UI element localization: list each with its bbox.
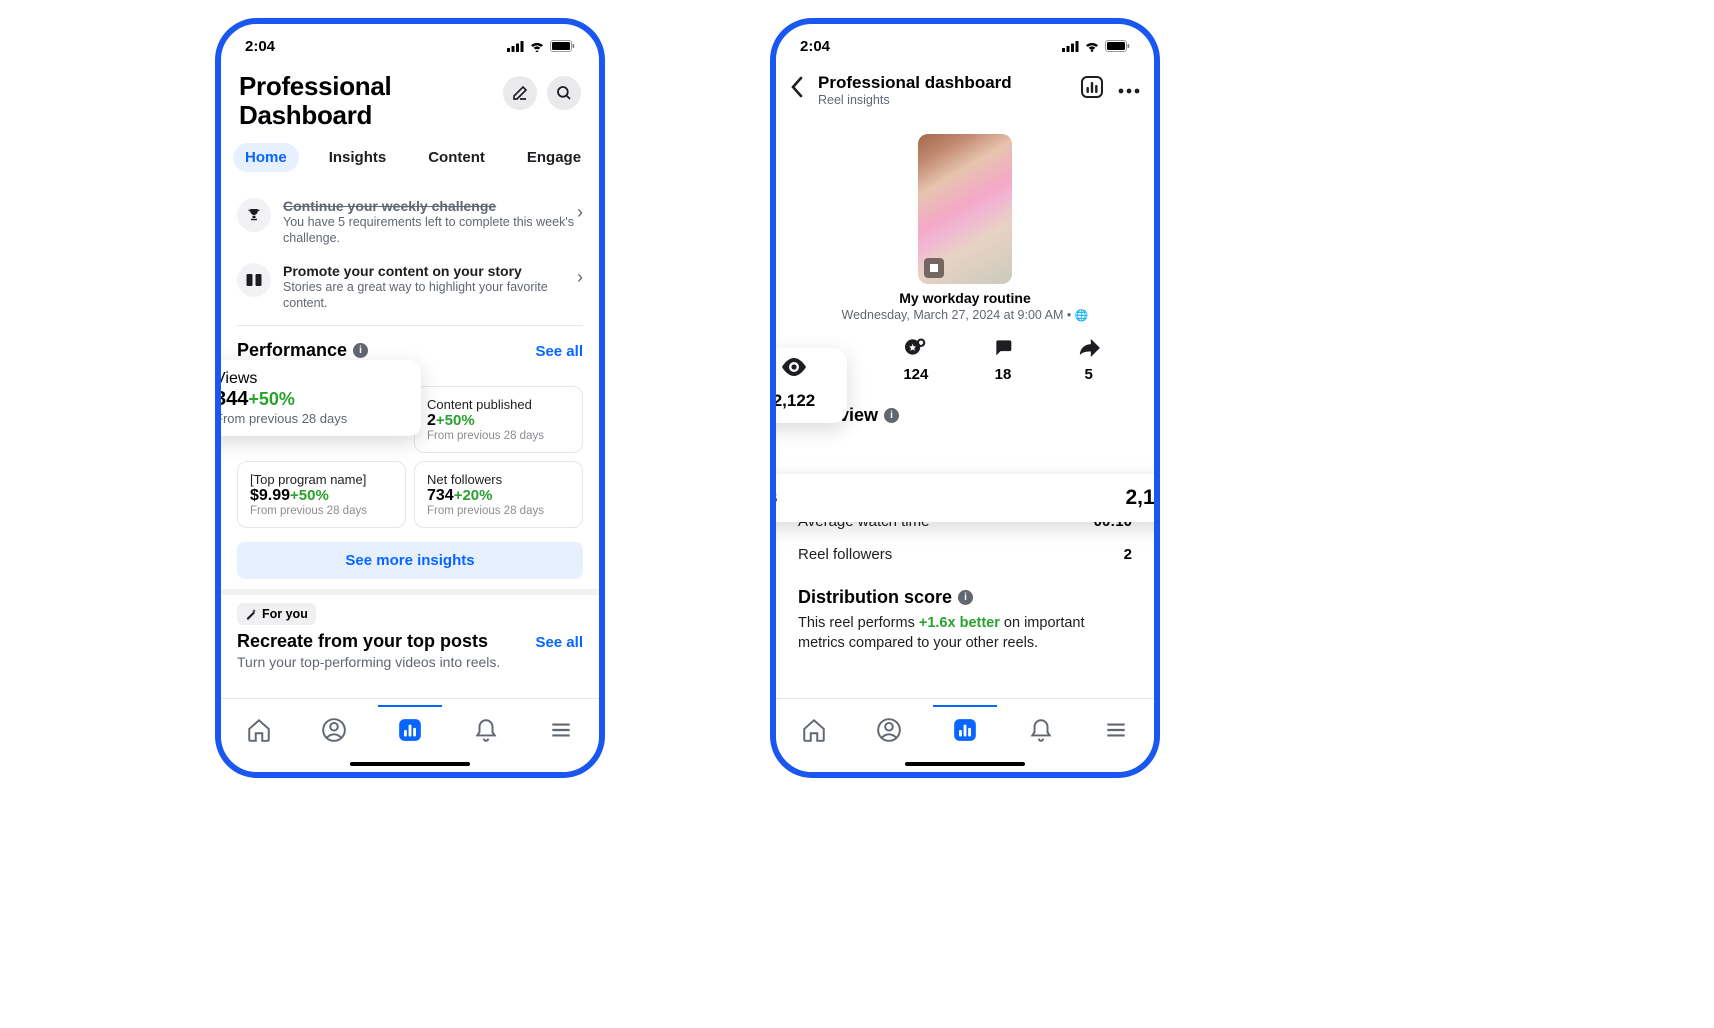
nav-menu[interactable] — [539, 712, 583, 748]
recreate-header: Recreate from your top posts See all — [221, 629, 599, 654]
home-indicator[interactable] — [905, 762, 1025, 766]
section-gap — [221, 589, 599, 595]
story-icon — [237, 263, 271, 297]
nav-insights[interactable] — [943, 712, 987, 748]
reel-thumbnail[interactable] — [918, 134, 1012, 284]
status-time: 2:04 — [245, 38, 275, 55]
bottom-nav — [776, 698, 1154, 772]
distribution-body: This reel performs +1.6x better on impor… — [776, 612, 1154, 655]
header-title: Professional dashboard — [818, 73, 1070, 93]
search-button[interactable] — [547, 76, 581, 110]
like-icon — [903, 336, 928, 358]
reel-title: My workday routine — [776, 290, 1154, 306]
challenge-title: Continue your weekly challenge — [283, 198, 583, 214]
see-more-insights-button[interactable]: See more insights — [237, 542, 583, 579]
for-you-pill: For you — [237, 603, 316, 625]
wifi-icon — [529, 40, 545, 52]
chevron-right-icon: › — [577, 267, 583, 288]
phone-dashboard: 2:04 Professional Dashboard — [215, 18, 605, 778]
views-metric-popout[interactable]: Views 344+50% From previous 28 days — [215, 360, 421, 436]
home-indicator[interactable] — [350, 762, 470, 766]
share-icon — [1078, 336, 1100, 358]
nav-profile[interactable] — [867, 712, 911, 748]
bottom-nav — [221, 698, 599, 772]
cellular-signal-icon — [507, 41, 524, 52]
nav-home[interactable] — [237, 712, 281, 748]
reel-badge-icon — [924, 258, 944, 278]
performance-title: Performance — [237, 340, 347, 361]
performance-header: Performance i See all — [221, 332, 599, 361]
nav-profile[interactable] — [312, 712, 356, 748]
status-indicators — [1062, 40, 1130, 52]
info-icon[interactable]: i — [353, 343, 368, 358]
tab-home[interactable]: Home — [233, 143, 299, 172]
nav-insights[interactable] — [388, 712, 432, 748]
tab-insights[interactable]: Insights — [317, 143, 399, 172]
recreate-see-all[interactable]: See all — [535, 634, 583, 651]
dashboard-content[interactable]: Continue your weekly challenge You have … — [221, 196, 599, 698]
promote-title: Promote your content on your story — [283, 263, 583, 279]
nav-notifications[interactable] — [464, 712, 508, 748]
nav-notifications[interactable] — [1019, 712, 1063, 748]
distribution-header: Distribution score i — [776, 571, 1154, 612]
stat-comments[interactable]: 18 — [993, 336, 1013, 383]
nav-menu[interactable] — [1094, 712, 1138, 748]
performance-see-all[interactable]: See all — [535, 343, 583, 360]
tab-engage[interactable]: Engage — [515, 143, 593, 172]
chevron-right-icon: › — [577, 202, 583, 223]
divider — [237, 325, 583, 326]
cellular-signal-icon — [1062, 41, 1079, 52]
battery-icon — [1105, 40, 1130, 52]
recreate-title: Recreate from your top posts — [237, 631, 488, 652]
phone-reel-insights: 2:04 Professional dashboard Reel insight… — [770, 18, 1160, 778]
wifi-icon — [1084, 40, 1100, 52]
views-overview-popout[interactable]: Views 2,122 — [770, 474, 1160, 522]
status-bar: 2:04 — [776, 24, 1154, 68]
status-bar: 2:04 — [221, 24, 599, 68]
stat-reactions[interactable]: 124 — [903, 336, 928, 383]
wand-icon — [245, 608, 257, 620]
reel-meta: Wednesday, March 27, 2024 at 9:00 AM • 🌐 — [776, 308, 1154, 322]
promote-sub: Stories are a great way to highlight you… — [283, 279, 583, 312]
eye-icon — [770, 358, 835, 381]
challenge-sub: You have 5 requirements left to complete… — [283, 214, 583, 247]
globe-icon: 🌐 — [1075, 310, 1089, 322]
weekly-challenge-row[interactable]: Continue your weekly challenge You have … — [221, 196, 599, 255]
header-subtitle: Reel insights — [818, 93, 1070, 107]
page-title: Professional Dashboard — [239, 72, 391, 129]
insights-icon-button[interactable] — [1080, 75, 1104, 104]
promote-story-row[interactable]: Promote your content on your story Stori… — [221, 255, 599, 320]
tab-content[interactable]: Content — [416, 143, 497, 172]
battery-icon — [550, 40, 575, 52]
metric-content-published[interactable]: Content published 2+50% From previous 28… — [414, 386, 583, 453]
overview-reel-followers: Reel followers 2 — [798, 538, 1132, 571]
status-indicators — [507, 40, 575, 52]
metric-net-followers[interactable]: Net followers 734+20% From previous 28 d… — [414, 461, 583, 528]
trophy-icon — [237, 198, 271, 232]
more-options-button[interactable] — [1118, 81, 1140, 99]
compose-button[interactable] — [503, 76, 537, 110]
nav-home[interactable] — [792, 712, 836, 748]
info-icon[interactable]: i — [958, 590, 973, 605]
reel-header: Professional dashboard Reel insights — [776, 68, 1154, 115]
dashboard-header: Professional Dashboard — [221, 68, 599, 137]
comment-icon — [993, 336, 1013, 358]
metric-top-program[interactable]: [Top program name] $9.99+50% From previo… — [237, 461, 406, 528]
tab-bar: Home Insights Content Engage M — [221, 137, 599, 178]
status-time: 2:04 — [800, 38, 830, 55]
views-stat-popout[interactable]: 2,122 — [770, 348, 847, 423]
recreate-sub: Turn your top-performing videos into ree… — [221, 654, 599, 670]
back-button[interactable] — [786, 72, 808, 107]
info-icon[interactable]: i — [884, 408, 899, 423]
stat-shares[interactable]: 5 — [1078, 336, 1100, 383]
